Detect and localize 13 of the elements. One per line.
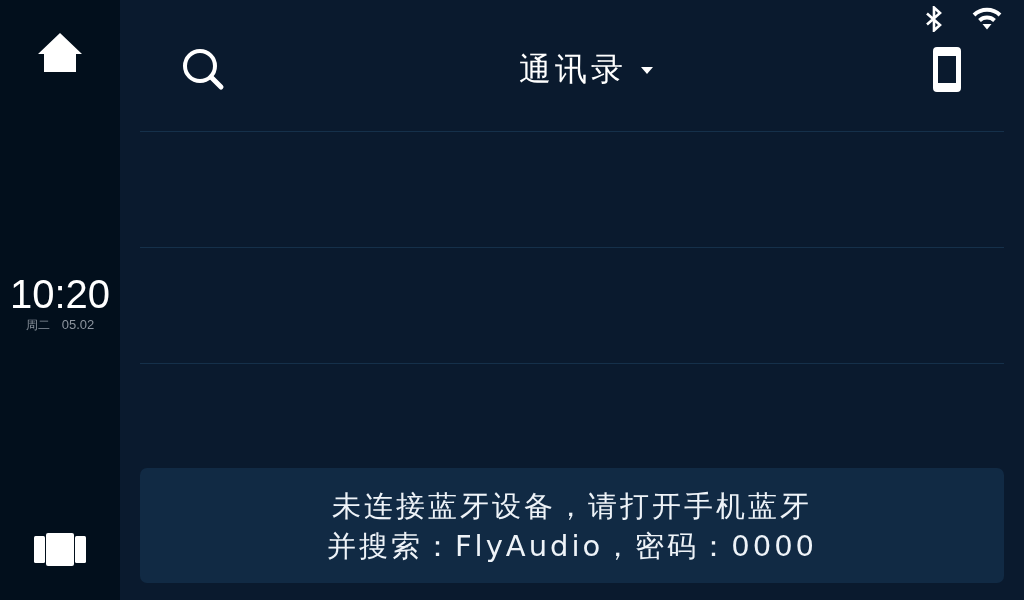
phone-icon[interactable]	[933, 46, 961, 92]
notice-message-line: 未连接蓝牙设备，请打开手机蓝牙	[332, 487, 812, 525]
date-label: 05.02	[61, 317, 95, 333]
window-switcher-icon[interactable]	[34, 533, 86, 567]
home-icon[interactable]	[38, 33, 82, 72]
title-dropdown[interactable]: 通讯录	[518, 49, 653, 89]
search-icon[interactable]	[182, 47, 226, 91]
weekday-label: 周二	[25, 317, 50, 333]
bluetooth-icon	[925, 6, 943, 32]
clock-time: 10:20	[9, 272, 111, 316]
caret-icon	[640, 66, 653, 74]
wifi-icon	[972, 6, 1002, 30]
notice-message-line: 并搜索：FlyAudio，密码：0000	[326, 527, 818, 565]
